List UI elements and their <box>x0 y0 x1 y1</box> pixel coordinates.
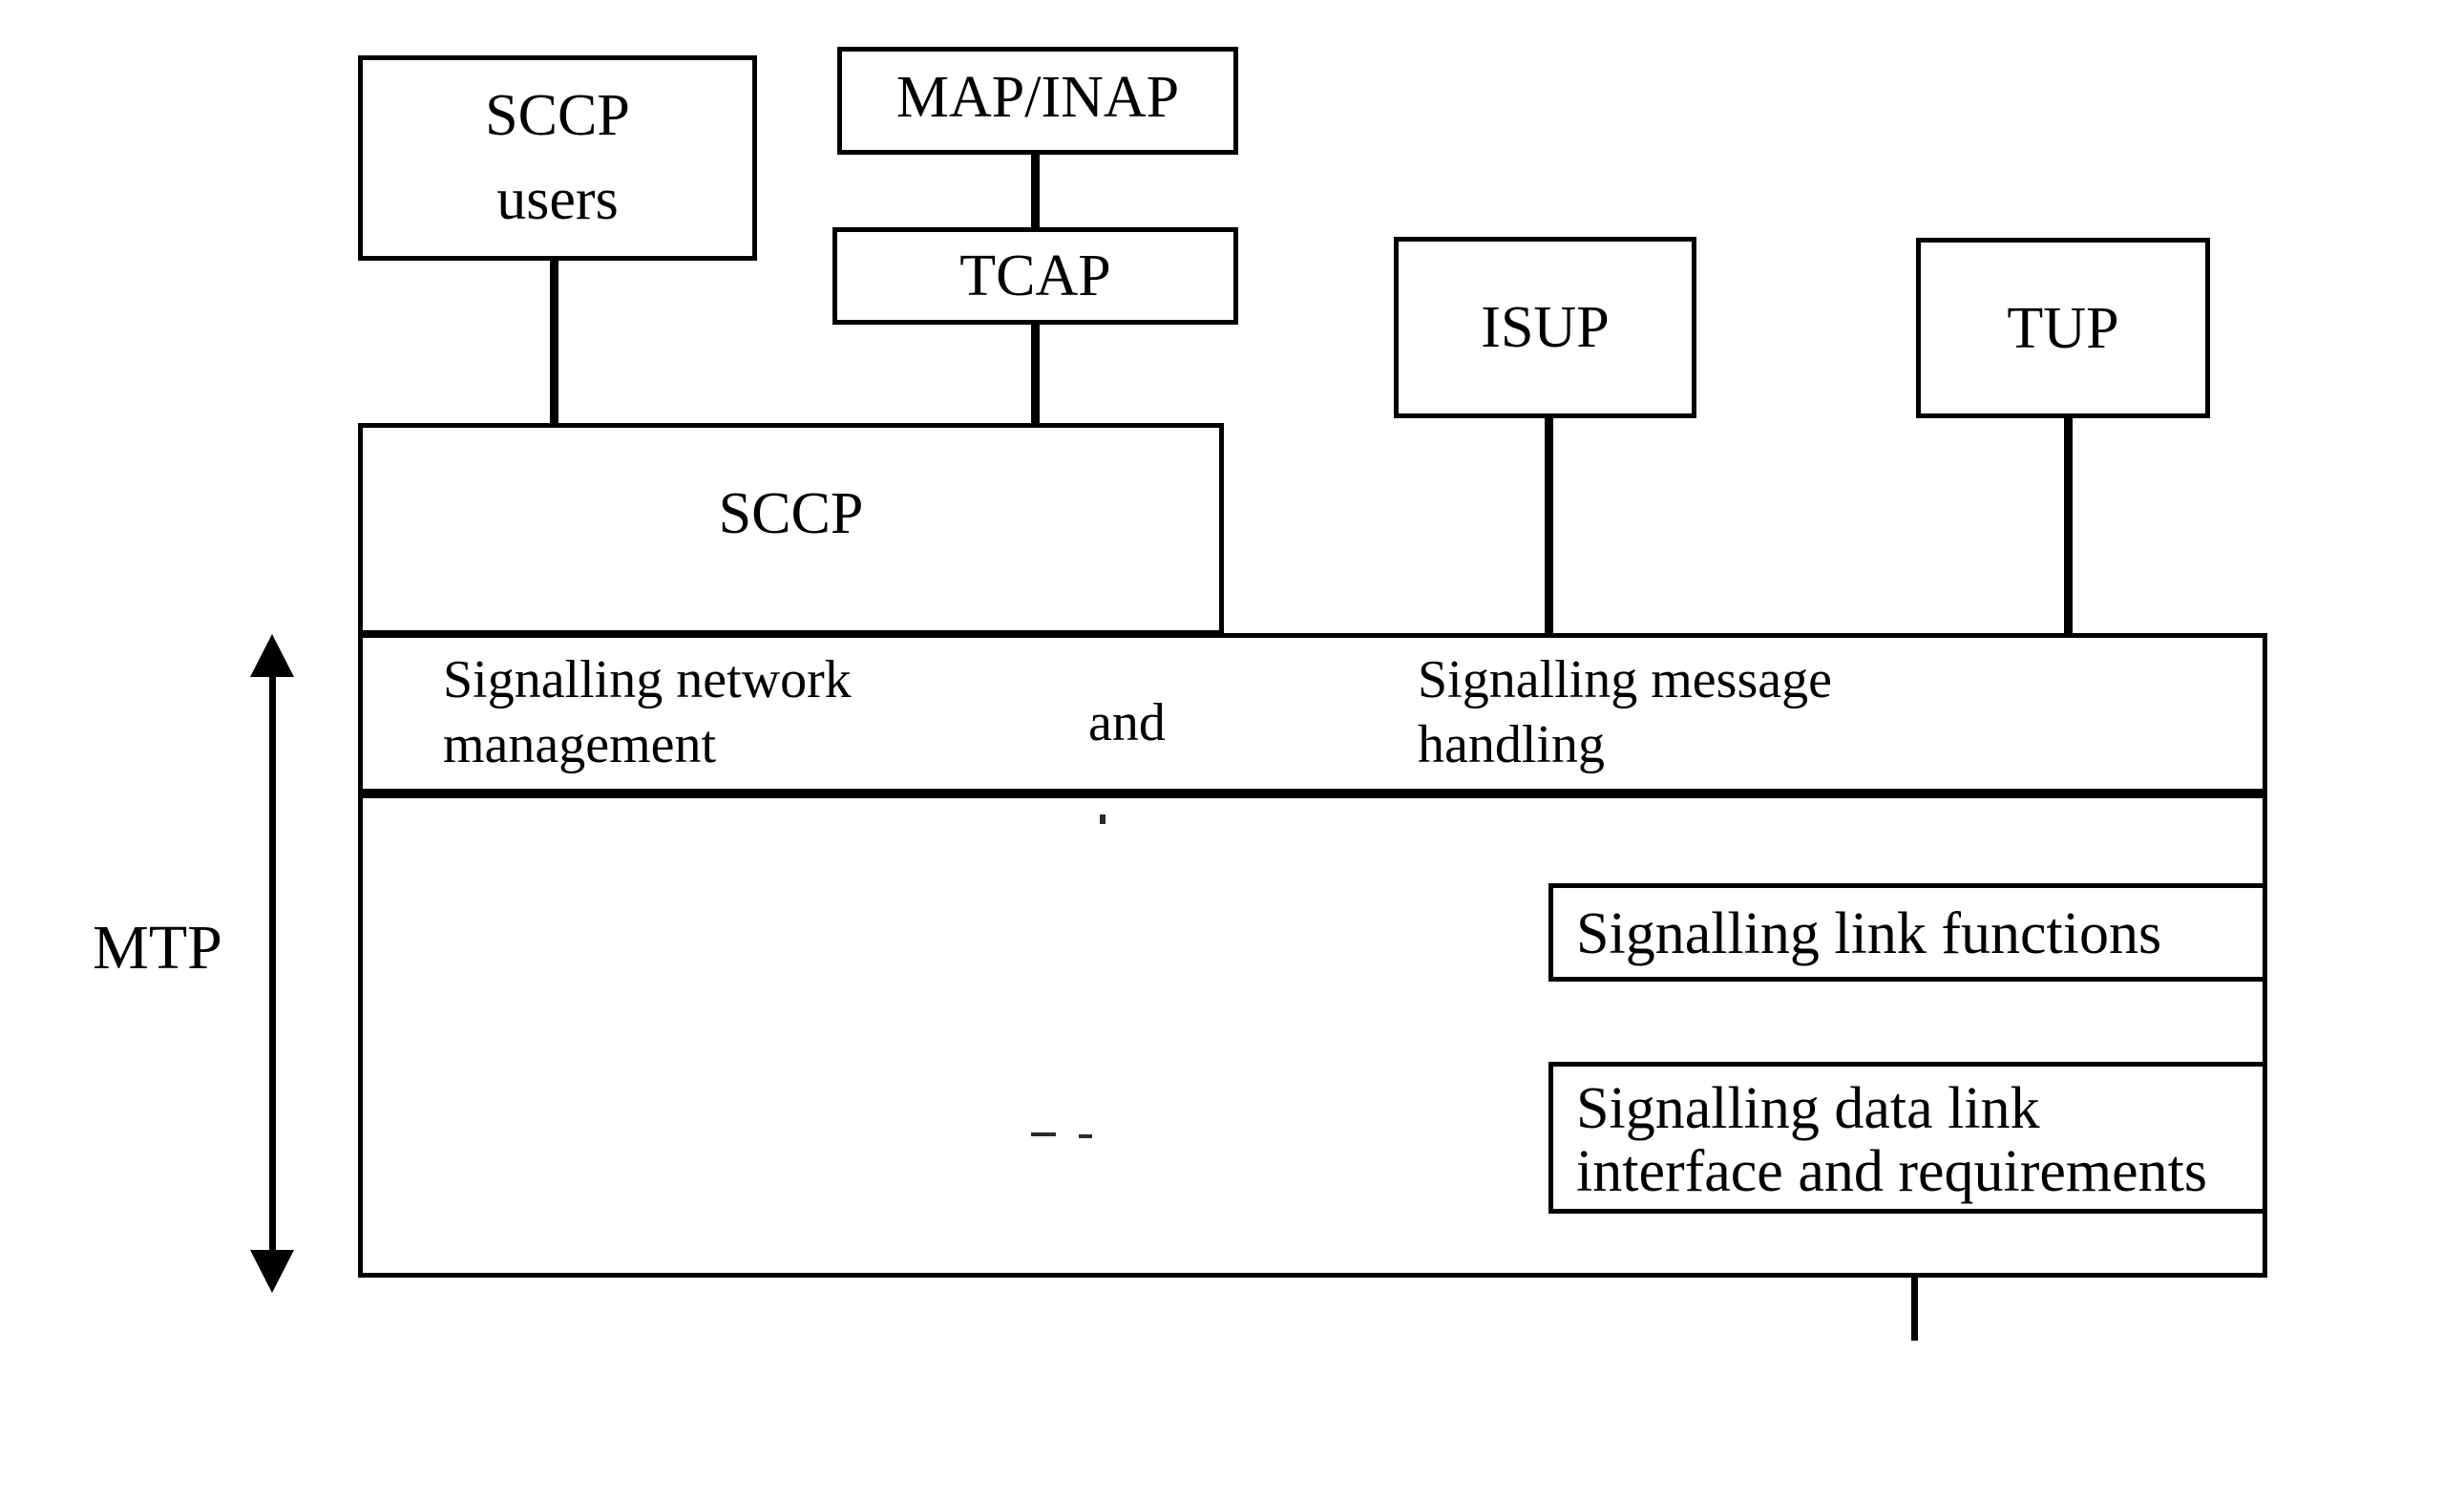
label-signalling-network-management: Signalling network management <box>443 650 852 775</box>
connector-tcap-to-sccp <box>1031 321 1040 428</box>
box-sccp-users-label-line2: users <box>496 167 619 232</box>
scan-speck <box>1100 814 1106 824</box>
box-tcap-label: TCAP <box>959 243 1111 308</box>
box-sccp-users-label-line1: SCCP <box>485 83 630 148</box>
box-tup[interactable]: TUP <box>1916 238 2210 418</box>
box-sccp-label: SCCP <box>718 481 864 546</box>
arrow-head-down-icon <box>250 1250 294 1293</box>
box-signalling-link-functions-label: Signalling link functions <box>1576 901 2162 966</box>
box-map-inap[interactable]: MAP/INAP <box>837 47 1238 155</box>
label-and: and <box>1088 693 1166 752</box>
scan-speck <box>1031 1132 1056 1136</box>
connector-sccp-users-to-sccp <box>550 256 558 428</box>
box-signalling-data-link-label-line1: Signalling data link <box>1576 1076 2040 1141</box>
mtp-upper-band[interactable]: Signalling network management and Signal… <box>358 633 2267 793</box>
diagram-canvas: SCCP users MAP/INAP TCAP ISUP TUP SCCP S… <box>0 0 2464 1502</box>
connector-isup-to-mtp <box>1545 413 1553 638</box>
box-tcap[interactable]: TCAP <box>832 227 1238 325</box>
box-sccp-users[interactable]: SCCP users <box>358 55 757 261</box>
box-map-inap-label: MAP/INAP <box>895 65 1180 130</box>
box-sccp[interactable]: SCCP <box>358 423 1224 635</box>
mtp-scope-label: MTP <box>93 913 222 983</box>
box-signalling-data-link[interactable]: Signalling data link interface and requi… <box>1548 1062 2267 1214</box>
arrow-shaft <box>269 668 276 1259</box>
label-signalling-message-handling: Signalling message handling <box>1418 650 1832 775</box>
box-signalling-link-functions[interactable]: Signalling link functions <box>1548 883 2267 982</box>
scan-speck <box>1079 1134 1092 1138</box>
box-signalling-data-link-label-line2: interface and requirements <box>1576 1139 2207 1204</box>
box-isup-label: ISUP <box>1481 295 1610 360</box>
box-tup-label: TUP <box>2007 296 2119 361</box>
box-isup[interactable]: ISUP <box>1394 237 1696 418</box>
connector-map-inap-to-tcap <box>1031 151 1040 232</box>
connector-tup-to-mtp <box>2064 414 2073 638</box>
